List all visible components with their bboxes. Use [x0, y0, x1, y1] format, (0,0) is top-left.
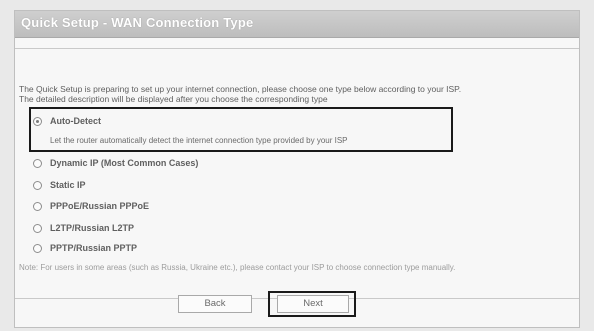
- option-dynamic-ip[interactable]: Dynamic IP (Most Common Cases): [33, 158, 198, 168]
- option-label-static-ip: Static IP: [50, 180, 86, 190]
- radio-l2tp[interactable]: [33, 223, 42, 233]
- option-pptp[interactable]: PPTP/Russian PPTP: [33, 243, 137, 253]
- radio-auto-detect[interactable]: [33, 116, 42, 126]
- top-divider: [15, 48, 579, 49]
- option-label-dynamic-ip: Dynamic IP (Most Common Cases): [50, 158, 199, 168]
- option-l2tp[interactable]: L2TP/Russian L2TP: [33, 223, 134, 233]
- option-pppoe[interactable]: PPPoE/Russian PPPoE: [33, 201, 149, 211]
- quick-setup-panel: Quick Setup - WAN Connection Type: [14, 10, 580, 328]
- radio-pptp[interactable]: [33, 243, 42, 253]
- note-text: Note: For users in some areas (such as R…: [19, 263, 456, 272]
- back-button[interactable]: Back: [178, 295, 252, 313]
- auto-detect-description: Let the router automatically detect the …: [50, 136, 348, 145]
- option-static-ip[interactable]: Static IP: [33, 180, 86, 190]
- option-label-auto-detect: Auto-Detect: [50, 116, 101, 126]
- page-title: Quick Setup - WAN Connection Type: [21, 15, 254, 30]
- radio-static-ip[interactable]: [33, 180, 42, 190]
- option-label-l2tp: L2TP/Russian L2TP: [50, 223, 135, 233]
- radio-pppoe[interactable]: [33, 201, 42, 211]
- option-label-pptp: PPTP/Russian PPTP: [50, 243, 138, 253]
- title-bar: Quick Setup - WAN Connection Type: [15, 11, 579, 38]
- intro-text: The Quick Setup is preparing to set up y…: [19, 84, 461, 104]
- option-auto-detect[interactable]: Auto-Detect: [33, 116, 101, 126]
- intro-line-2: The detailed description will be display…: [19, 94, 328, 104]
- next-button[interactable]: Next: [277, 295, 349, 313]
- auto-detect-highlight: [29, 107, 453, 152]
- radio-dynamic-ip[interactable]: [33, 158, 42, 168]
- intro-line-1: The Quick Setup is preparing to set up y…: [19, 84, 462, 94]
- option-label-pppoe: PPPoE/Russian PPPoE: [50, 201, 150, 211]
